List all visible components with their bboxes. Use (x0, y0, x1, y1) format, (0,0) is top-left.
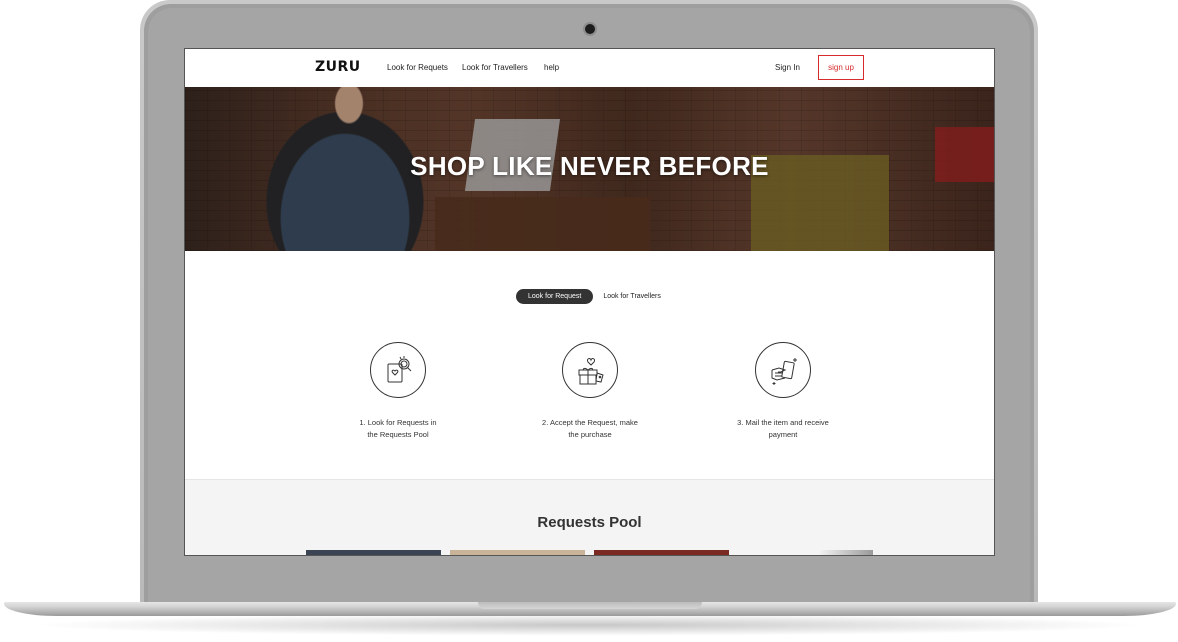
request-card-thumb[interactable] (594, 550, 729, 555)
camera-icon (585, 24, 595, 34)
step-3-circle (755, 342, 811, 398)
step-1-label: 1. Look for Requests in the Requests Poo… (323, 417, 473, 441)
gift-purchase-icon (578, 358, 604, 385)
hero-banner: SHOP LIKE NEVER BEFORE (185, 87, 994, 251)
step-3-line1: 3. Mail the item and receive (737, 418, 829, 427)
hero-title: SHOP LIKE NEVER BEFORE (410, 151, 769, 181)
laptop-screen: ZURU Look for Requets Look for Traveller… (184, 48, 995, 556)
step-2-label: 2. Accept the Request, make the purchase (515, 417, 665, 441)
logo[interactable]: ZURU (315, 59, 361, 75)
tab-look-for-travellers[interactable]: Look for Travellers (593, 289, 671, 304)
laptop-notch (478, 602, 702, 609)
step-1-line2: the Requests Pool (367, 430, 429, 439)
top-navbar: ZURU Look for Requets Look for Traveller… (185, 49, 994, 87)
requests-pool-section: Requests Pool (185, 479, 994, 555)
step-2: 2. Accept the Request, make the purchase (515, 342, 665, 441)
laptop-shadow (30, 614, 1148, 636)
step-3-line2: payment (768, 430, 798, 439)
requests-pool-title: Requests Pool (537, 514, 642, 531)
payment-hand-icon (771, 358, 797, 385)
step-2-circle (562, 342, 618, 398)
sign-in-link[interactable]: Sign In (775, 63, 800, 72)
nav-link-help[interactable]: help (544, 63, 559, 72)
step-1-line1: 1. Look for Requests in (359, 418, 437, 427)
request-card-thumb[interactable] (738, 550, 873, 555)
step-1: 1. Look for Requests in the Requests Poo… (323, 342, 473, 441)
nav-link-travellers[interactable]: Look for Travellers (462, 63, 528, 72)
sign-up-button[interactable]: sign up (818, 55, 864, 80)
nav-link-requests[interactable]: Look for Requets (387, 63, 448, 72)
step-3: 3. Mail the item and receive payment (708, 342, 858, 441)
step-3-label: 3. Mail the item and receive payment (708, 417, 858, 441)
request-card-thumb[interactable] (306, 550, 441, 555)
search-request-icon (387, 356, 412, 383)
request-card-thumb[interactable] (450, 550, 585, 555)
mode-toggle: Look for Request Look for Travellers (516, 289, 671, 304)
step-2-line2: the purchase (568, 430, 612, 439)
step-1-circle (370, 342, 426, 398)
tab-look-for-request[interactable]: Look for Request (516, 289, 594, 304)
step-2-line1: 2. Accept the Request, make (542, 418, 638, 427)
